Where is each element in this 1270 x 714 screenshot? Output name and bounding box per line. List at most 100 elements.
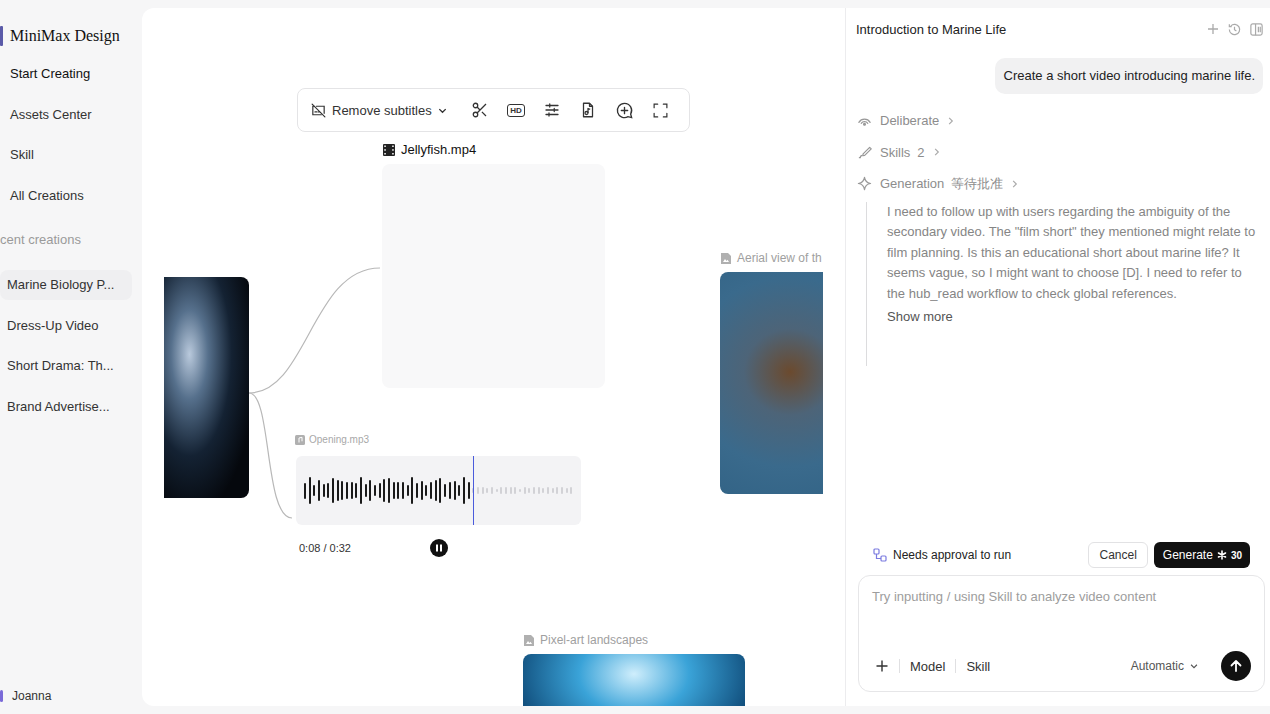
waveform-bar <box>482 487 484 494</box>
recent-item[interactable]: Brand Advertise... <box>0 392 132 422</box>
canvas-node[interactable]: Pixel-art landscapes <box>523 632 745 706</box>
waveform-bar <box>449 482 451 498</box>
audio-file-button[interactable] <box>570 95 606 125</box>
waveform-bar <box>514 487 516 495</box>
node-label: Pixel-art landscapes <box>523 632 745 648</box>
send-button[interactable] <box>1221 651 1251 681</box>
panel-toggle-icon[interactable] <box>1249 22 1264 37</box>
separator <box>955 659 956 673</box>
fullscreen-button[interactable] <box>643 95 679 125</box>
waveform-bar <box>477 487 479 494</box>
waveform[interactable] <box>296 456 581 525</box>
approval-bar: Needs approval to run Cancel Generate30 <box>846 542 1270 568</box>
waveform-bar <box>561 487 563 493</box>
canvas-node[interactable] <box>164 277 249 498</box>
plus-icon[interactable] <box>875 659 889 673</box>
cut-button[interactable] <box>462 95 498 125</box>
cancel-button[interactable]: Cancel <box>1088 542 1147 568</box>
play-pause-button[interactable] <box>430 539 448 557</box>
canvas: Remove subtitles HD Jellyfish.mp4 Aerial vi… <box>142 8 845 706</box>
node-name: Aerial view of th <box>737 250 822 266</box>
step-label: Deliberate <box>880 113 939 128</box>
agent-step[interactable]: Deliberate <box>857 105 1263 137</box>
waveform-bar <box>533 487 535 494</box>
scissors-icon <box>471 101 489 119</box>
waveform-bar <box>552 488 554 492</box>
mode-dropdown[interactable]: Automatic <box>1131 659 1199 673</box>
chat-panel: Introduction to Marine LifeCreate a shor… <box>845 8 1270 706</box>
waveform-bar <box>538 487 540 494</box>
step-label: Generation <box>880 176 944 191</box>
agent-step[interactable]: Skills 2 <box>857 137 1263 169</box>
playhead[interactable] <box>473 456 475 525</box>
recent-item[interactable]: Marine Biology P... <box>0 270 132 300</box>
step-status: 等待批准 <box>951 175 1003 193</box>
waveform-bar <box>318 480 320 502</box>
subtitle-dropdown[interactable]: Remove subtitles <box>310 102 448 119</box>
recent-item[interactable]: Short Drama: Th... <box>0 351 132 381</box>
waveform-bar <box>519 489 521 493</box>
comment-button[interactable] <box>607 95 643 125</box>
composer-input[interactable]: Try inputting / using Skill to analyze v… <box>872 589 1251 605</box>
nav-item[interactable]: All Creations <box>0 186 142 227</box>
chat-title: Introduction to Marine Life <box>856 22 1006 37</box>
canvas-stage[interactable]: Remove subtitles HD Jellyfish.mp4 Aerial vi… <box>142 8 823 706</box>
generate-label: Generate <box>1163 548 1213 562</box>
user-profile[interactable]: Joanna <box>0 689 142 714</box>
credit-icon <box>1217 550 1227 560</box>
image-file-icon <box>523 634 535 647</box>
waveform-bar <box>556 487 558 494</box>
approval-label: Needs approval to run <box>893 548 1011 562</box>
skill-button[interactable]: Skill <box>966 659 990 674</box>
brush-icon <box>857 145 872 160</box>
adjust-button[interactable] <box>534 95 570 125</box>
chevron-right-icon <box>1010 179 1019 189</box>
audio-label: Opening.mp3 <box>294 432 581 448</box>
recent-list: Marine Biology P... Dress-Up Video Short D… <box>0 270 142 432</box>
hd-button[interactable]: HD <box>498 95 534 125</box>
agent-step[interactable]: Generation 等待批准 <box>857 168 1263 200</box>
history-icon[interactable] <box>1227 22 1242 37</box>
file-music-icon <box>579 101 597 119</box>
plus-icon[interactable] <box>1206 22 1220 36</box>
show-more-link[interactable]: Show more <box>887 308 1259 326</box>
waveform-bar <box>421 481 423 501</box>
waveform-bar <box>397 482 399 498</box>
audio-node[interactable]: Opening.mp3 0:08 / 0:32 <box>294 432 581 557</box>
connector-line <box>249 393 292 518</box>
hd-badge: HD <box>507 104 525 117</box>
waveform-bar <box>360 477 362 505</box>
app-window: MiniMax Design Start CreatingAssets Cente… <box>0 0 1270 714</box>
brand[interactable]: MiniMax Design <box>0 0 142 47</box>
waveform-bar <box>491 487 493 495</box>
step-label: Skills <box>880 145 910 160</box>
node-media <box>523 654 745 706</box>
waveform-bar <box>313 485 315 495</box>
generate-button[interactable]: Generate30 <box>1154 542 1250 568</box>
connector-line <box>249 268 380 393</box>
waveform-bar <box>468 482 470 500</box>
waveform-bar <box>496 489 498 493</box>
nav-item[interactable]: Assets Center <box>0 105 142 146</box>
nav-item[interactable]: Start Creating <box>0 64 142 105</box>
step-count: 2 <box>917 145 924 160</box>
avatar-icon <box>0 690 3 702</box>
waveform-bar <box>346 482 348 498</box>
canvas-node[interactable]: Aerial view of th <box>720 250 823 494</box>
sliders-icon <box>543 101 561 119</box>
composer: Try inputting / using Skill to analyze v… <box>858 575 1265 692</box>
canvas-node[interactable]: Jellyfish.mp4 <box>382 142 605 388</box>
waveform-bar <box>542 488 544 493</box>
waveform-bar <box>524 487 526 495</box>
waveform-bar <box>463 477 465 504</box>
waveform-bar <box>486 488 488 493</box>
audio-controls: 0:08 / 0:32 <box>296 539 581 557</box>
nav-item[interactable]: Skill <box>0 145 142 186</box>
workspace: Remove subtitles HD Jellyfish.mp4 Aerial vi… <box>142 8 1270 706</box>
waveform-bar <box>566 488 568 494</box>
model-button[interactable]: Model <box>910 659 945 674</box>
waveform-bar <box>411 477 413 505</box>
recent-item[interactable]: Dress-Up Video <box>0 311 132 341</box>
node-name: Pixel-art landscapes <box>540 632 648 648</box>
agent-steps: Deliberate Skills 2 Generation 等待批准 <box>857 105 1263 200</box>
